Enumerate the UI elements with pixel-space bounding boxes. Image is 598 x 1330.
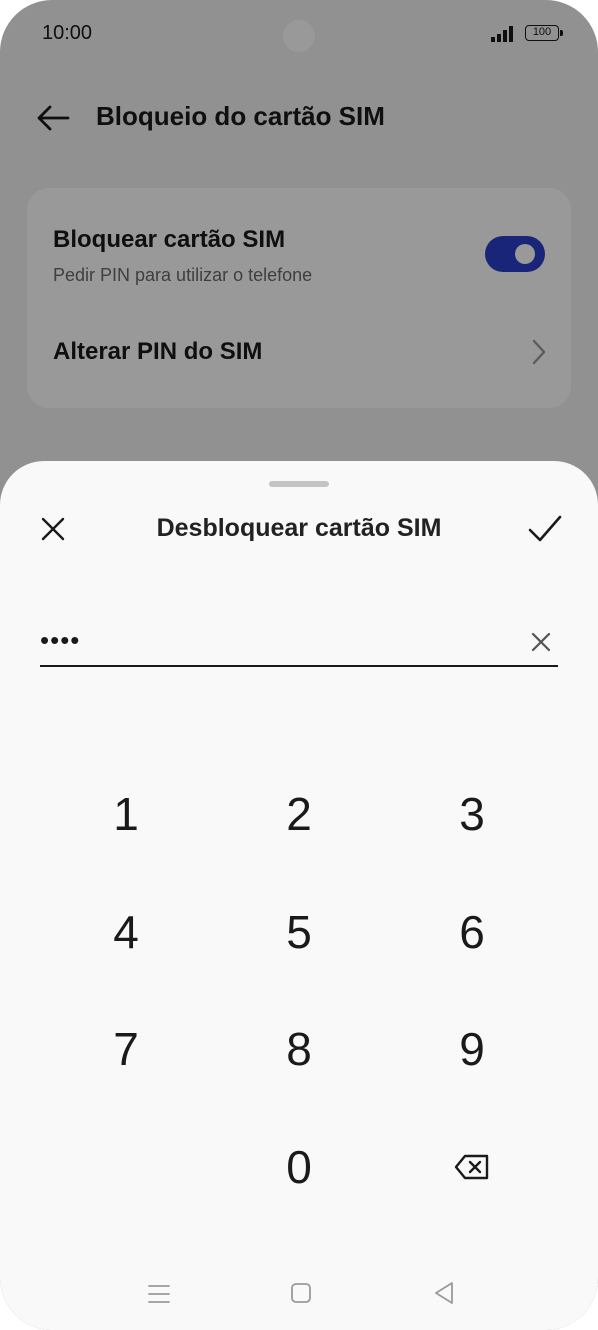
clear-icon[interactable] [530, 631, 552, 653]
checkmark-icon[interactable] [527, 513, 563, 545]
key-9[interactable]: 9 [402, 1004, 542, 1094]
key-0[interactable]: 0 [229, 1122, 369, 1212]
phone-screen: 10:00 100 Bloqueio do cartão SIM Bloquea… [0, 0, 598, 1330]
key-2[interactable]: 2 [229, 769, 369, 859]
key-1[interactable]: 1 [56, 769, 196, 859]
system-nav-bar [0, 1271, 598, 1321]
key-6[interactable]: 6 [402, 887, 542, 977]
backspace-icon [454, 1154, 489, 1180]
pin-input[interactable]: •••• [40, 621, 558, 667]
key-7[interactable]: 7 [56, 1004, 196, 1094]
menu-icon[interactable] [148, 1283, 170, 1305]
key-8[interactable]: 8 [229, 1004, 369, 1094]
drag-handle[interactable] [269, 481, 329, 487]
backspace-key[interactable] [402, 1122, 542, 1212]
key-4[interactable]: 4 [56, 887, 196, 977]
home-icon[interactable] [290, 1282, 312, 1304]
sheet-title: Desbloquear cartão SIM [156, 514, 442, 542]
key-3[interactable]: 3 [402, 769, 542, 859]
key-5[interactable]: 5 [229, 887, 369, 977]
back-triangle-icon[interactable] [433, 1281, 455, 1305]
unlock-sim-sheet: Desbloquear cartão SIM •••• 1 2 3 4 5 6 … [0, 461, 598, 1330]
pin-value: •••• [40, 625, 81, 655]
